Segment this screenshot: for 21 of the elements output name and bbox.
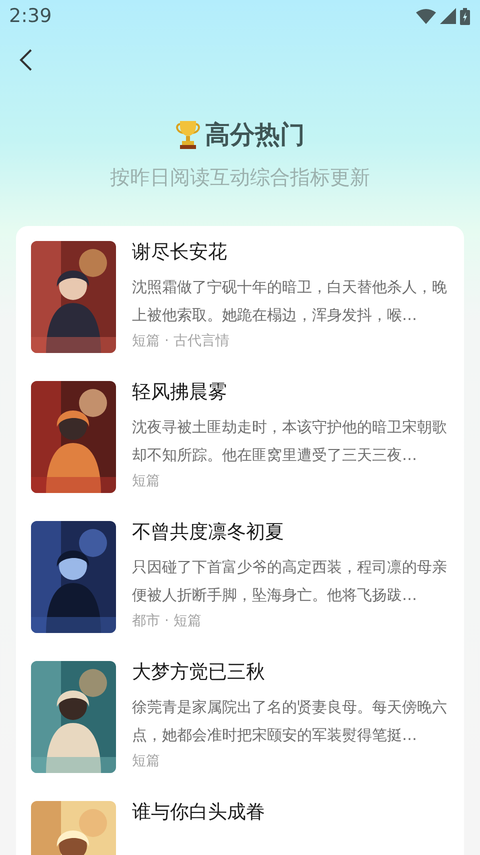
book-tags: 短篇 bbox=[132, 470, 454, 490]
book-tags: 短篇 bbox=[132, 750, 454, 770]
book-description: 徐莞青是家属院出了名的贤妻良母。每天傍晚六点，她都会准时把宋颐安的军装熨得笔挺… bbox=[132, 696, 448, 746]
book-title[interactable]: 不曾共度凛冬初夏 bbox=[132, 520, 454, 542]
back-button[interactable] bbox=[18, 48, 34, 72]
book-tags: 都市 · 短篇 bbox=[132, 610, 454, 630]
book-tags: 短篇 · 古代言情 bbox=[132, 330, 454, 350]
book-title[interactable]: 谢尽长安花 bbox=[132, 240, 454, 262]
trophy-icon bbox=[175, 120, 201, 150]
book-description: 沈照霜做了宁砚十年的暗卫，白天替他杀人，晚上被他索取。她跪在榻边，浑身发抖，喉… bbox=[132, 276, 448, 326]
page-subtitle: 按昨日阅读互动综合指标更新 bbox=[109, 164, 371, 190]
signal-icon bbox=[440, 8, 456, 24]
page-title: 高分热门 bbox=[205, 119, 305, 151]
battery-icon bbox=[460, 8, 470, 24]
book-description: 只因碰了下首富少爷的高定西装，程司凛的母亲便被人折断手脚，坠海身亡。他将飞扬跋… bbox=[132, 556, 448, 606]
book-description: 沈夜寻被土匪劫走时，本该守护他的暗卫宋朝歌却不知所踪。他在匪窝里遭受了三天三夜… bbox=[132, 416, 448, 466]
book-title[interactable]: 轻风拂晨雾 bbox=[132, 380, 454, 402]
book-title[interactable]: 谁与你白头成眷 bbox=[132, 800, 265, 822]
status-time: 2:39 bbox=[9, 4, 52, 29]
wifi-icon bbox=[416, 8, 436, 24]
book-title[interactable]: 大梦方觉已三秋 bbox=[132, 660, 454, 682]
